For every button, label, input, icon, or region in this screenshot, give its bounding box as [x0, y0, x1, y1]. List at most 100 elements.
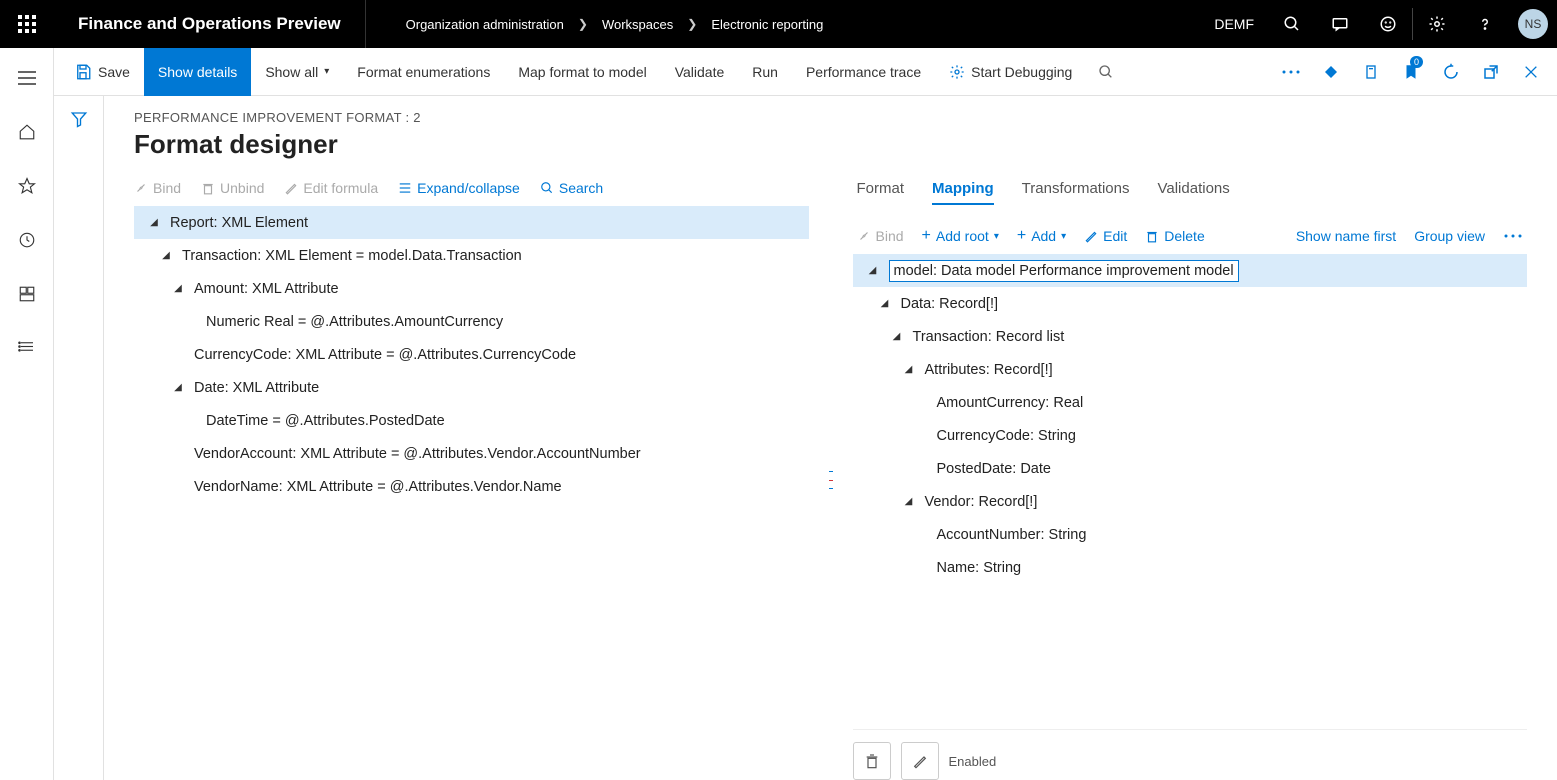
- help-icon[interactable]: [1461, 0, 1509, 48]
- top-bar: Finance and Operations Preview Organizat…: [0, 0, 1557, 48]
- tree-row[interactable]: ◢DateTime = @.Attributes.PostedDate: [134, 404, 809, 437]
- tab-mapping[interactable]: Mapping: [932, 180, 994, 205]
- unbind-button[interactable]: Unbind: [201, 180, 264, 196]
- tree-row[interactable]: ◢Vendor: Record[!]: [853, 485, 1528, 518]
- notification-count: 0: [1410, 56, 1423, 68]
- search-button[interactable]: Search: [540, 180, 603, 196]
- more-icon[interactable]: [1503, 233, 1523, 239]
- show-all-button[interactable]: Show all ▾: [251, 48, 343, 96]
- refresh-icon[interactable]: [1431, 48, 1471, 96]
- bind-button-right[interactable]: Bind: [857, 228, 904, 244]
- format-enumerations-button[interactable]: Format enumerations: [343, 48, 504, 96]
- tree-node-label: AmountCurrency: Real: [937, 395, 1084, 411]
- breadcrumb-item[interactable]: Organization administration: [406, 17, 564, 32]
- tab-transformations[interactable]: Transformations: [1022, 180, 1130, 205]
- tree-row[interactable]: ◢CurrencyCode: XML Attribute = @.Attribu…: [134, 338, 809, 371]
- right-tabs: Format Mapping Transformations Validatio…: [853, 180, 1528, 214]
- page-context: PERFORMANCE IMPROVEMENT FORMAT : 2: [134, 110, 1527, 125]
- modules-icon[interactable]: [0, 330, 54, 366]
- filter-icon[interactable]: [54, 110, 103, 133]
- avatar: NS: [1518, 9, 1548, 39]
- add-button[interactable]: + Add ▾: [1017, 228, 1066, 244]
- more-actions-icon[interactable]: [1271, 48, 1311, 96]
- edit-formula-button[interactable]: Edit formula: [284, 180, 378, 196]
- tree-row[interactable]: ◢Numeric Real = @.Attributes.AmountCurre…: [134, 305, 809, 338]
- delete-button[interactable]: Delete: [1145, 228, 1204, 244]
- close-icon[interactable]: [1511, 48, 1551, 96]
- save-button[interactable]: Save: [60, 48, 144, 96]
- feedback-icon[interactable]: [1364, 0, 1412, 48]
- office-icon[interactable]: [1351, 48, 1391, 96]
- expand-toggle-icon[interactable]: ◢: [899, 496, 919, 507]
- tree-node-label: Amount: XML Attribute: [194, 281, 339, 297]
- tab-format[interactable]: Format: [857, 180, 905, 205]
- tree-row[interactable]: ◢AmountCurrency: Real: [853, 386, 1528, 419]
- topbar-right: DEMF NS: [1200, 0, 1557, 48]
- breadcrumb-item[interactable]: Electronic reporting: [711, 17, 823, 32]
- expand-toggle-icon[interactable]: ◢: [144, 217, 164, 228]
- tree-node-label: Name: String: [937, 560, 1022, 576]
- legal-entity[interactable]: DEMF: [1200, 16, 1268, 32]
- home-icon[interactable]: [0, 114, 54, 150]
- tree-row[interactable]: ◢CurrencyCode: String: [853, 419, 1528, 452]
- validate-button[interactable]: Validate: [661, 48, 739, 96]
- tree-row[interactable]: ◢Date: XML Attribute: [134, 371, 809, 404]
- show-name-first-button[interactable]: Show name first: [1296, 228, 1396, 244]
- tree-row[interactable]: ◢Attributes: Record[!]: [853, 353, 1528, 386]
- tab-validations[interactable]: Validations: [1157, 180, 1229, 205]
- menu-icon[interactable]: [0, 60, 54, 96]
- expand-toggle-icon[interactable]: ◢: [899, 364, 919, 375]
- chevron-right-icon: ❯: [687, 17, 697, 31]
- expand-toggle-icon[interactable]: ◢: [863, 265, 883, 276]
- expand-toggle-icon[interactable]: ◢: [875, 298, 895, 309]
- expand-toggle-icon[interactable]: ◢: [887, 331, 907, 342]
- start-debugging-button[interactable]: Start Debugging: [935, 48, 1086, 96]
- user-avatar[interactable]: NS: [1509, 0, 1557, 48]
- tree-row[interactable]: ◢AccountNumber: String: [853, 518, 1528, 551]
- tree-row[interactable]: ◢Transaction: XML Element = model.Data.T…: [134, 239, 809, 272]
- settings-icon[interactable]: [1413, 0, 1461, 48]
- tree-row[interactable]: ◢ Report: XML Element: [134, 206, 809, 239]
- tree-row[interactable]: ◢VendorAccount: XML Attribute = @.Attrib…: [134, 437, 809, 470]
- attach-icon[interactable]: [1311, 48, 1351, 96]
- app-launcher[interactable]: [0, 0, 54, 48]
- expand-collapse-button[interactable]: Expand/collapse: [398, 180, 520, 196]
- notifications-icon[interactable]: 0: [1391, 48, 1431, 96]
- tree-row[interactable]: ◢Transaction: Record list: [853, 320, 1528, 353]
- expand-toggle-icon[interactable]: ◢: [168, 283, 188, 294]
- footer-edit-button[interactable]: [901, 742, 939, 780]
- recent-icon[interactable]: [0, 222, 54, 258]
- map-format-button[interactable]: Map format to model: [504, 48, 660, 96]
- add-root-button[interactable]: + Add root ▾: [922, 228, 999, 244]
- breadcrumb-item[interactable]: Workspaces: [602, 17, 673, 32]
- edit-button[interactable]: Edit: [1084, 228, 1127, 244]
- tree-row[interactable]: ◢Data: Record[!]: [853, 287, 1528, 320]
- chevron-down-icon: ▾: [324, 66, 329, 77]
- run-button[interactable]: Run: [738, 48, 792, 96]
- group-view-button[interactable]: Group view: [1414, 228, 1485, 244]
- search-icon[interactable]: [1268, 0, 1316, 48]
- tree-row[interactable]: ◢VendorName: XML Attribute = @.Attribute…: [134, 470, 809, 503]
- tree-row[interactable]: ◢PostedDate: Date: [853, 452, 1528, 485]
- performance-trace-button[interactable]: Performance trace: [792, 48, 935, 96]
- mapping-panel: Format Mapping Transformations Validatio…: [853, 180, 1528, 780]
- workspaces-icon[interactable]: [0, 276, 54, 312]
- tree-row[interactable]: ◢Name: String: [853, 551, 1528, 584]
- bind-button[interactable]: Bind: [134, 180, 181, 196]
- popout-icon[interactable]: [1471, 48, 1511, 96]
- app-title: Finance and Operations Preview: [54, 14, 365, 34]
- actionbar-search-icon[interactable]: [1086, 48, 1126, 96]
- mapping-tree[interactable]: ◢model: Data model Performance improveme…: [853, 254, 1528, 584]
- footer-delete-button[interactable]: [853, 742, 891, 780]
- chevron-right-icon: ❯: [578, 17, 588, 31]
- messages-icon[interactable]: [1316, 0, 1364, 48]
- expand-toggle-icon[interactable]: ◢: [168, 382, 188, 393]
- expand-toggle-icon[interactable]: ◢: [156, 250, 176, 261]
- favorites-icon[interactable]: [0, 168, 54, 204]
- tree-row[interactable]: ◢model: Data model Performance improveme…: [853, 254, 1528, 287]
- tree-node-label: Report: XML Element: [170, 215, 308, 231]
- splitter[interactable]: [829, 180, 833, 780]
- show-details-button[interactable]: Show details: [144, 48, 251, 96]
- tree-row[interactable]: ◢ Amount: XML Attribute: [134, 272, 809, 305]
- format-tree[interactable]: ◢ Report: XML Element ◢Transaction: XML El…: [134, 206, 809, 503]
